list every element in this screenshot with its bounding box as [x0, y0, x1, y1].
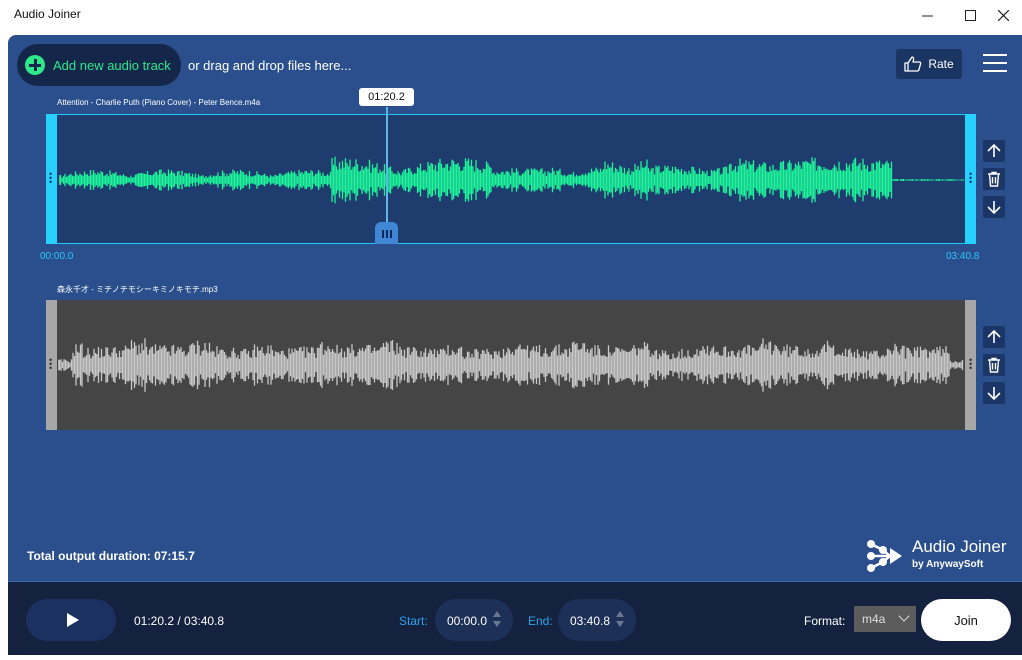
trash-icon: [988, 171, 1000, 187]
format-label: Format:: [804, 614, 846, 628]
track-1-filename: Attention - Charlie Puth (Piano Cover) -…: [57, 98, 261, 107]
start-label: Start:: [399, 614, 428, 628]
grip-dots-icon: • • •: [49, 355, 53, 373]
chevron-down-icon: [898, 610, 910, 622]
plus-circle-icon: [25, 55, 45, 75]
join-button[interactable]: Join: [921, 599, 1011, 641]
window-title: Audio Joiner: [14, 7, 81, 21]
maximize-icon: [964, 9, 976, 21]
menu-bar-line: [983, 54, 1007, 56]
app-window: Audio Joiner Add new audio track or drag…: [0, 0, 1022, 660]
track-1-end-handle[interactable]: • • •: [965, 114, 976, 244]
format-value: m4a: [862, 612, 886, 626]
thumbs-up-icon: [904, 56, 922, 72]
track-1-start-handle[interactable]: • • •: [46, 114, 57, 244]
playhead-time-label: 01:20.2: [359, 88, 414, 106]
trash-icon: [988, 357, 1000, 373]
track-2-filename: 森永千才 - ミチノチモシーキミノキモチ.mp3: [57, 285, 218, 294]
total-output-duration: Total output duration: 07:15.7: [27, 549, 195, 563]
close-button[interactable]: [980, 0, 1022, 30]
track-2-wave-graphic: [58, 338, 964, 392]
arrow-down-icon: [987, 201, 1001, 215]
add-audio-track-label: Add new audio track: [53, 57, 171, 73]
track-2-start-handle[interactable]: • • •: [46, 300, 57, 430]
end-label: End:: [528, 614, 553, 628]
minimize-button[interactable]: [904, 0, 950, 30]
track-1-waveform[interactable]: • • • • • •: [46, 114, 976, 244]
drag-drop-hint: or drag and drop files here...: [188, 58, 352, 73]
track-1-move-down-button[interactable]: [983, 196, 1005, 218]
audio-joiner-logo-icon: [867, 540, 902, 572]
format-select[interactable]: m4a: [854, 606, 916, 632]
track-1-start-time: 00:00.0: [40, 251, 74, 262]
player-bar: 01:20.2 / 03:40.8 Start: 00:00.0 End: 03…: [8, 581, 1022, 655]
grip-bar: [390, 230, 392, 238]
waveform-path: [58, 338, 964, 392]
arrow-up-icon: [987, 143, 1001, 157]
track-2-delete-button[interactable]: [983, 354, 1005, 376]
track-2-move-up-button[interactable]: [983, 326, 1005, 348]
track-1-delete-button[interactable]: [983, 168, 1005, 190]
playhead-handle[interactable]: [375, 222, 398, 244]
spinner-arrows-icon[interactable]: [616, 611, 624, 629]
end-time-input[interactable]: 03:40.8: [558, 599, 636, 641]
brand-name: Audio Joiner: [912, 537, 1007, 556]
brand-subtitle: by AnywaySoft: [912, 559, 984, 570]
menu-bar-line: [983, 70, 1007, 72]
playback-position: 01:20.2 / 03:40.8: [134, 614, 225, 628]
track-2-move-down-button[interactable]: [983, 382, 1005, 404]
add-audio-track-button[interactable]: Add new audio track: [17, 44, 181, 86]
grip-dots-icon: • • •: [969, 355, 973, 373]
rate-button[interactable]: Rate: [896, 49, 962, 79]
rate-label: Rate: [928, 57, 954, 71]
grip-bar: [382, 230, 384, 238]
app-area: Add new audio track or drag and drop fil…: [8, 35, 1022, 655]
close-icon: [997, 9, 1009, 21]
arrow-down-icon: [987, 387, 1001, 401]
track-1-end-time: 03:40.8: [946, 251, 980, 262]
minimize-icon: [921, 15, 933, 16]
grip-dots-icon: • • •: [49, 169, 53, 187]
start-time-input[interactable]: 00:00.0: [435, 599, 513, 641]
waveform-path: [59, 156, 965, 204]
track-2-waveform[interactable]: • • • • • •: [46, 300, 976, 430]
grip-bar: [386, 230, 388, 238]
spinner-arrows-icon[interactable]: [493, 611, 501, 629]
title-bar: Audio Joiner: [0, 0, 1022, 30]
track-1-move-up-button[interactable]: [983, 140, 1005, 162]
track-1-wave-graphic: [59, 156, 965, 204]
start-time-value: 00:00.0: [447, 614, 488, 628]
menu-bar-line: [983, 62, 1007, 64]
play-icon: [67, 613, 79, 627]
arrow-up-icon: [987, 329, 1001, 343]
track-2-end-handle[interactable]: • • •: [965, 300, 976, 430]
hamburger-menu-button[interactable]: [983, 52, 1009, 74]
grip-dots-icon: • • •: [969, 169, 973, 187]
play-button[interactable]: [26, 599, 116, 641]
end-time-value: 03:40.8: [570, 614, 611, 628]
